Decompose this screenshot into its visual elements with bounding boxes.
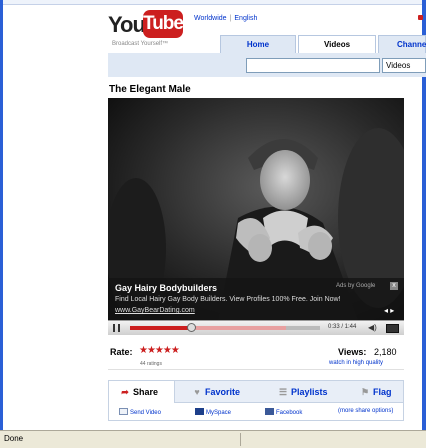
search-input[interactable] bbox=[246, 58, 380, 73]
ad-overlay[interactable]: Gay Hairy Bodybuilders Find Local Hairy … bbox=[108, 278, 404, 320]
video-player[interactable]: Gay Hairy Bodybuilders Find Local Hairy … bbox=[108, 98, 404, 335]
ad-link[interactable]: www.GayBearDating.com bbox=[115, 307, 195, 314]
window-frame-left bbox=[0, 0, 3, 430]
tab-videos[interactable]: Videos bbox=[298, 35, 376, 53]
send-video-link[interactable]: Send Video bbox=[119, 408, 161, 416]
progress-fill bbox=[130, 326, 191, 330]
envelope-icon bbox=[119, 408, 128, 415]
tab-share-label: Share bbox=[133, 387, 159, 397]
video-title: The Elegant Male bbox=[109, 84, 191, 95]
tab-channels[interactable]: Channe bbox=[378, 35, 426, 53]
myspace-label: MySpace bbox=[206, 410, 232, 416]
divider bbox=[108, 369, 404, 370]
logo-tagline: Broadcast Yourself™ bbox=[112, 41, 169, 47]
pause-icon[interactable] bbox=[113, 324, 120, 332]
ad-title[interactable]: Gay Hairy Bodybuilders bbox=[115, 283, 217, 293]
facebook-link[interactable]: Facebook bbox=[265, 408, 302, 416]
ratings-count: 44 ratings bbox=[140, 361, 162, 367]
tab-flag-label: Flag bbox=[373, 387, 392, 397]
status-separator bbox=[240, 433, 241, 446]
logo-you-text: You bbox=[108, 12, 146, 37]
ad-description: Find Local Hairy Gay Body Builders. View… bbox=[115, 296, 341, 303]
scrubber-handle[interactable] bbox=[186, 323, 196, 332]
time-display: 0:33 / 1:44 bbox=[328, 324, 357, 330]
ad-attribution: Ads by Google bbox=[336, 283, 376, 289]
status-text: Done bbox=[4, 434, 24, 443]
myspace-link[interactable]: MySpace bbox=[195, 408, 231, 416]
logo-tube-text: Tube bbox=[143, 10, 184, 38]
views-count: 2,180 bbox=[374, 347, 397, 357]
facebook-label: Facebook bbox=[276, 410, 303, 416]
more-share-options-label: (more share options) bbox=[338, 408, 394, 414]
tab-home[interactable]: Home bbox=[220, 35, 296, 53]
share-icon: ➦ bbox=[121, 387, 129, 397]
video-frame[interactable]: Gay Hairy Bodybuilders Find Local Hairy … bbox=[108, 98, 404, 320]
rating-stars[interactable]: ★★★★★ bbox=[139, 345, 180, 356]
search-scope-select[interactable]: Videos bbox=[382, 58, 426, 73]
ad-nav-arrows-icon[interactable]: ◂ ▸ bbox=[384, 306, 394, 315]
views-label: Views: bbox=[338, 347, 367, 357]
playlist-icon: ☰ bbox=[278, 387, 288, 397]
heart-icon: ♥ bbox=[194, 387, 200, 397]
ad-close-icon[interactable]: x bbox=[390, 282, 398, 290]
flag-icon: ⚑ bbox=[360, 387, 370, 397]
rate-label: Rate: bbox=[110, 347, 133, 357]
rating-stars-icon[interactable]: ★★★★★ bbox=[139, 345, 180, 356]
send-video-label: Send Video bbox=[130, 410, 161, 416]
youtube-logo[interactable]: You Tube bbox=[108, 10, 184, 40]
progress-track[interactable] bbox=[130, 323, 320, 332]
facebook-icon bbox=[265, 408, 274, 415]
tab-favorite-label: Favorite bbox=[205, 387, 241, 397]
share-links: Send Video MySpace Facebook (more share … bbox=[108, 403, 404, 421]
volume-icon[interactable]: ◀) bbox=[368, 323, 377, 332]
tab-flag[interactable]: ⚑ Flag bbox=[359, 381, 403, 403]
high-quality-link[interactable]: watch in high quality bbox=[329, 360, 383, 366]
tab-favorite[interactable]: ♥ Favorite bbox=[191, 381, 261, 403]
action-tabs: ➦ Share ♥ Favorite ☰ Playlists ⚑ Flag bbox=[108, 380, 404, 403]
link-separator: | bbox=[229, 15, 232, 22]
language-link[interactable]: English bbox=[234, 15, 257, 22]
top-links: Worldwide | English bbox=[194, 15, 257, 22]
worldwide-link[interactable]: Worldwide bbox=[194, 15, 227, 22]
tab-playlists-label: Playlists bbox=[291, 387, 328, 397]
myspace-icon bbox=[195, 408, 204, 415]
status-bar: Done bbox=[0, 430, 426, 448]
tab-playlists[interactable]: ☰ Playlists bbox=[277, 381, 347, 403]
player-controls: 0:33 / 1:44 ◀) bbox=[108, 320, 404, 335]
browser-top-strip bbox=[3, 0, 422, 5]
tab-share[interactable]: ➦ Share bbox=[109, 381, 175, 403]
fullscreen-icon[interactable] bbox=[386, 324, 399, 333]
more-share-options-link[interactable]: (more share options) bbox=[338, 408, 393, 414]
notification-icon[interactable] bbox=[418, 15, 423, 20]
